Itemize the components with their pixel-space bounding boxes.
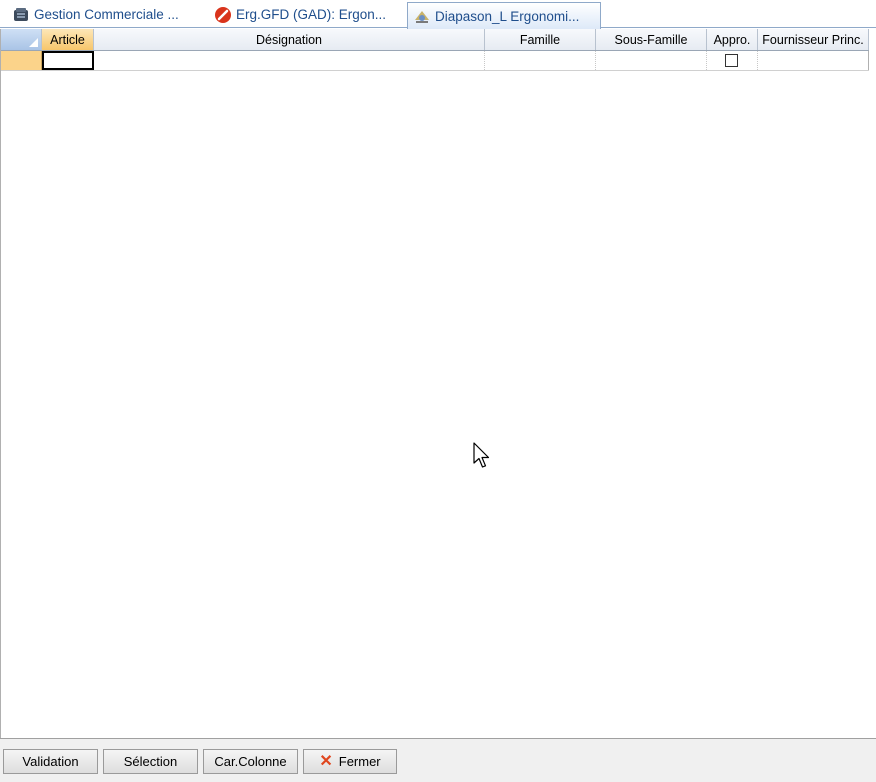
validation-button[interactable]: Validation <box>3 749 98 774</box>
fermer-label: Fermer <box>338 754 381 769</box>
cell-appro[interactable] <box>707 51 758 70</box>
database-icon <box>12 6 30 24</box>
car-colonne-button[interactable]: Car.Colonne <box>203 749 298 774</box>
document-tab-strip: Gestion Commerciale ... Erg.GFD (GAD): E… <box>0 0 876 29</box>
column-header-sous-famille[interactable]: Sous-Famille <box>596 29 707 50</box>
cell-famille[interactable] <box>485 51 596 70</box>
tab-label: Erg.GFD (GAD): Ergon... <box>236 7 387 22</box>
select-all-corner[interactable] <box>1 29 42 50</box>
no-entry-icon <box>214 6 232 24</box>
cell-article[interactable] <box>42 51 94 70</box>
column-header-designation[interactable]: Désignation <box>94 29 485 50</box>
tab-gestion-commerciale[interactable]: Gestion Commerciale ... <box>12 2 179 27</box>
selection-button[interactable]: Sélection <box>103 749 198 774</box>
tab-erg-gfd[interactable]: Erg.GFD (GAD): Ergon... <box>214 2 386 27</box>
tab-label: Diapason_L Ergonomi... <box>435 8 580 24</box>
articles-grid: Article Désignation Famille Sous-Famille… <box>0 29 876 738</box>
tab-diapason-ergonomie[interactable]: Diapason_L Ergonomi... <box>407 2 601 29</box>
column-header-article[interactable]: Article <box>42 29 94 50</box>
cell-fournisseur[interactable] <box>758 51 869 70</box>
corner-triangle-icon <box>29 38 38 47</box>
fermer-button[interactable]: ✕ Fermer <box>303 749 397 774</box>
diapason-icon <box>413 7 431 25</box>
grid-header: Article Désignation Famille Sous-Famille… <box>1 29 869 51</box>
column-header-appro[interactable]: Appro. <box>707 29 758 50</box>
table-row <box>1 51 869 71</box>
tab-label: Gestion Commerciale ... <box>34 7 179 22</box>
appro-checkbox[interactable] <box>725 53 738 67</box>
column-header-famille[interactable]: Famille <box>485 29 596 50</box>
bottom-button-bar: Validation Sélection Car.Colonne ✕ Ferme… <box>0 738 876 782</box>
column-header-fournisseur[interactable]: Fournisseur Princ. <box>758 29 869 50</box>
cell-sous-famille[interactable] <box>596 51 707 70</box>
row-indicator[interactable] <box>1 51 42 70</box>
mouse-pointer-icon <box>473 442 490 468</box>
close-icon: ✕ <box>319 752 333 770</box>
cell-designation[interactable] <box>94 51 485 70</box>
